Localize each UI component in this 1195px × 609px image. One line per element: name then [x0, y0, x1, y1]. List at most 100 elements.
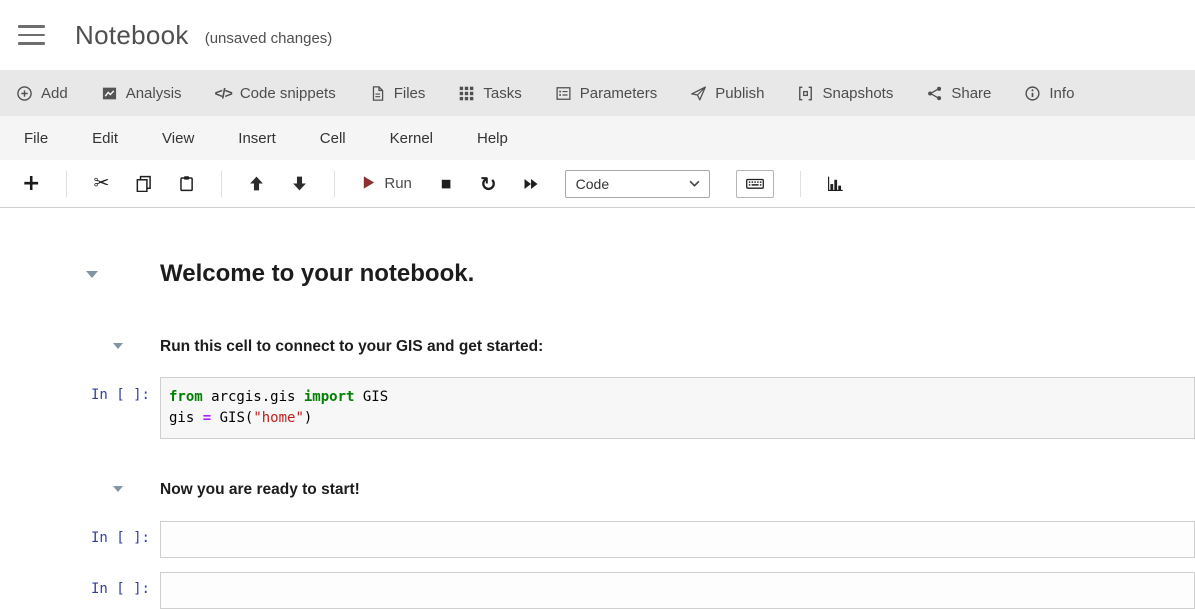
- code-line: gis = GIS("home"): [169, 408, 1186, 429]
- cell-gutter: In [ ]:: [0, 377, 160, 439]
- share-icon: [926, 85, 943, 102]
- code-snippets-icon: </>: [215, 86, 232, 100]
- markdown-heading-row: Welcome to your notebook.: [0, 259, 1195, 289]
- code-input-area[interactable]: from arcgis.gis import GIS gis = GIS("ho…: [160, 377, 1195, 439]
- code-cell-row: In [ ]: from arcgis.gis import GIS gis =…: [0, 377, 1195, 439]
- cell-gutter: In [ ]:: [0, 572, 160, 609]
- arrow-down-icon: [291, 175, 308, 192]
- section-title: Run this cell to connect to your GIS and…: [160, 337, 1195, 357]
- cell-gutter: [0, 259, 160, 289]
- collapse-caret-icon[interactable]: [113, 486, 123, 492]
- notebook-app: Notebook (unsaved changes) Add Analysis …: [0, 0, 1195, 609]
- parameters-icon: [555, 85, 572, 102]
- menu-kernel[interactable]: Kernel: [388, 127, 435, 150]
- input-prompt: In [ ]:: [91, 581, 150, 597]
- code-input-area[interactable]: [160, 572, 1195, 609]
- menu-cell[interactable]: Cell: [318, 127, 348, 150]
- unsaved-changes-label: (unsaved changes): [205, 23, 333, 47]
- app-header: Notebook (unsaved changes): [0, 0, 1195, 70]
- ribbon-item-parameters[interactable]: Parameters: [555, 85, 658, 102]
- cell-gutter: In [ ]:: [0, 521, 160, 558]
- restart-run-all-button[interactable]: [523, 176, 539, 192]
- hamburger-menu-icon[interactable]: [18, 25, 45, 45]
- markdown-cell[interactable]: Run this cell to connect to your GIS and…: [160, 337, 1195, 357]
- move-cell-down-button[interactable]: [291, 175, 308, 192]
- command-palette-button[interactable]: [736, 170, 774, 198]
- menu-help[interactable]: Help: [475, 127, 510, 150]
- cell-toolbar-button[interactable]: [827, 175, 844, 192]
- ribbon-item-label: Share: [951, 85, 991, 102]
- add-cell-button[interactable]: +: [22, 173, 40, 195]
- collapse-caret-icon[interactable]: [86, 271, 98, 278]
- ribbon-toolbar: Add Analysis </> Code snippets Files Tas…: [0, 70, 1195, 116]
- notebook-content: Welcome to your notebook. Run this cell …: [0, 208, 1195, 609]
- interrupt-kernel-button[interactable]: [438, 176, 454, 192]
- ribbon-item-label: Info: [1049, 85, 1074, 102]
- markdown-cell[interactable]: Now you are ready to start!: [160, 480, 1195, 500]
- run-cell-button[interactable]: Run: [361, 175, 412, 193]
- stop-icon: [438, 176, 454, 192]
- markdown-cell[interactable]: Welcome to your notebook.: [160, 259, 1195, 289]
- toolbar-divider: [221, 171, 222, 197]
- menu-file[interactable]: File: [22, 127, 50, 150]
- bar-chart-icon: [827, 175, 844, 192]
- ribbon-item-code-snippets[interactable]: </> Code snippets: [215, 85, 336, 102]
- collapse-caret-icon[interactable]: [113, 343, 123, 349]
- ribbon-item-label: Tasks: [483, 85, 521, 102]
- chevron-down-icon: [689, 180, 700, 187]
- code-cell-row: In [ ]:: [0, 572, 1195, 609]
- cell-type-select[interactable]: Code: [565, 170, 710, 198]
- cell-gutter: [0, 337, 160, 357]
- copy-cell-button[interactable]: [135, 175, 152, 192]
- ribbon-item-label: Analysis: [126, 85, 182, 102]
- ribbon-item-label: Snapshots: [822, 85, 893, 102]
- toolbar-divider: [334, 171, 335, 197]
- scissors-icon: ✂: [93, 174, 109, 193]
- fast-forward-icon: [523, 176, 539, 192]
- code-cell-row: In [ ]:: [0, 521, 1195, 558]
- publish-icon: [690, 85, 707, 102]
- snapshots-icon: [797, 85, 814, 102]
- menu-edit[interactable]: Edit: [90, 127, 120, 150]
- toolbar-divider: [800, 171, 801, 197]
- ribbon-item-label: Files: [394, 85, 426, 102]
- run-label: Run: [384, 176, 412, 191]
- notebook-toolbar: + ✂: [0, 160, 1195, 208]
- cut-cell-button[interactable]: ✂: [93, 174, 109, 193]
- page-title: Notebook: [75, 20, 189, 51]
- restart-kernel-button[interactable]: ↻: [480, 174, 497, 194]
- markdown-subheading-row: Now you are ready to start!: [0, 480, 1195, 500]
- ribbon-item-label: Code snippets: [240, 85, 336, 102]
- ribbon-item-add[interactable]: Add: [16, 85, 68, 102]
- keyboard-icon: [745, 175, 765, 192]
- ribbon-item-share[interactable]: Share: [926, 85, 991, 102]
- ribbon-item-snapshots[interactable]: Snapshots: [797, 85, 893, 102]
- toolbar-divider: [66, 171, 67, 197]
- input-prompt: In [ ]:: [91, 530, 150, 546]
- menu-insert[interactable]: Insert: [236, 127, 278, 150]
- ribbon-item-files[interactable]: Files: [369, 85, 426, 102]
- clipboard-icon: [178, 175, 195, 192]
- notebook-heading: Welcome to your notebook.: [160, 259, 1195, 289]
- add-icon: [16, 85, 33, 102]
- ribbon-item-tasks[interactable]: Tasks: [458, 85, 521, 102]
- files-icon: [369, 85, 386, 102]
- ribbon-item-label: Parameters: [580, 85, 658, 102]
- code-line: from arcgis.gis import GIS: [169, 387, 1186, 408]
- code-input-area[interactable]: [160, 521, 1195, 558]
- cell-gutter: [0, 480, 160, 500]
- restart-icon: ↻: [480, 174, 497, 194]
- ribbon-item-analysis[interactable]: Analysis: [101, 85, 182, 102]
- ribbon-item-info[interactable]: Info: [1024, 85, 1074, 102]
- paste-cell-button[interactable]: [178, 175, 195, 192]
- section-title: Now you are ready to start!: [160, 480, 1195, 500]
- info-icon: [1024, 85, 1041, 102]
- markdown-subheading-row: Run this cell to connect to your GIS and…: [0, 337, 1195, 357]
- menu-view[interactable]: View: [160, 127, 196, 150]
- arrow-up-icon: [248, 175, 265, 192]
- ribbon-item-label: Add: [41, 85, 68, 102]
- move-cell-up-button[interactable]: [248, 175, 265, 192]
- ribbon-item-label: Publish: [715, 85, 764, 102]
- input-prompt: In [ ]:: [91, 387, 150, 403]
- ribbon-item-publish[interactable]: Publish: [690, 85, 764, 102]
